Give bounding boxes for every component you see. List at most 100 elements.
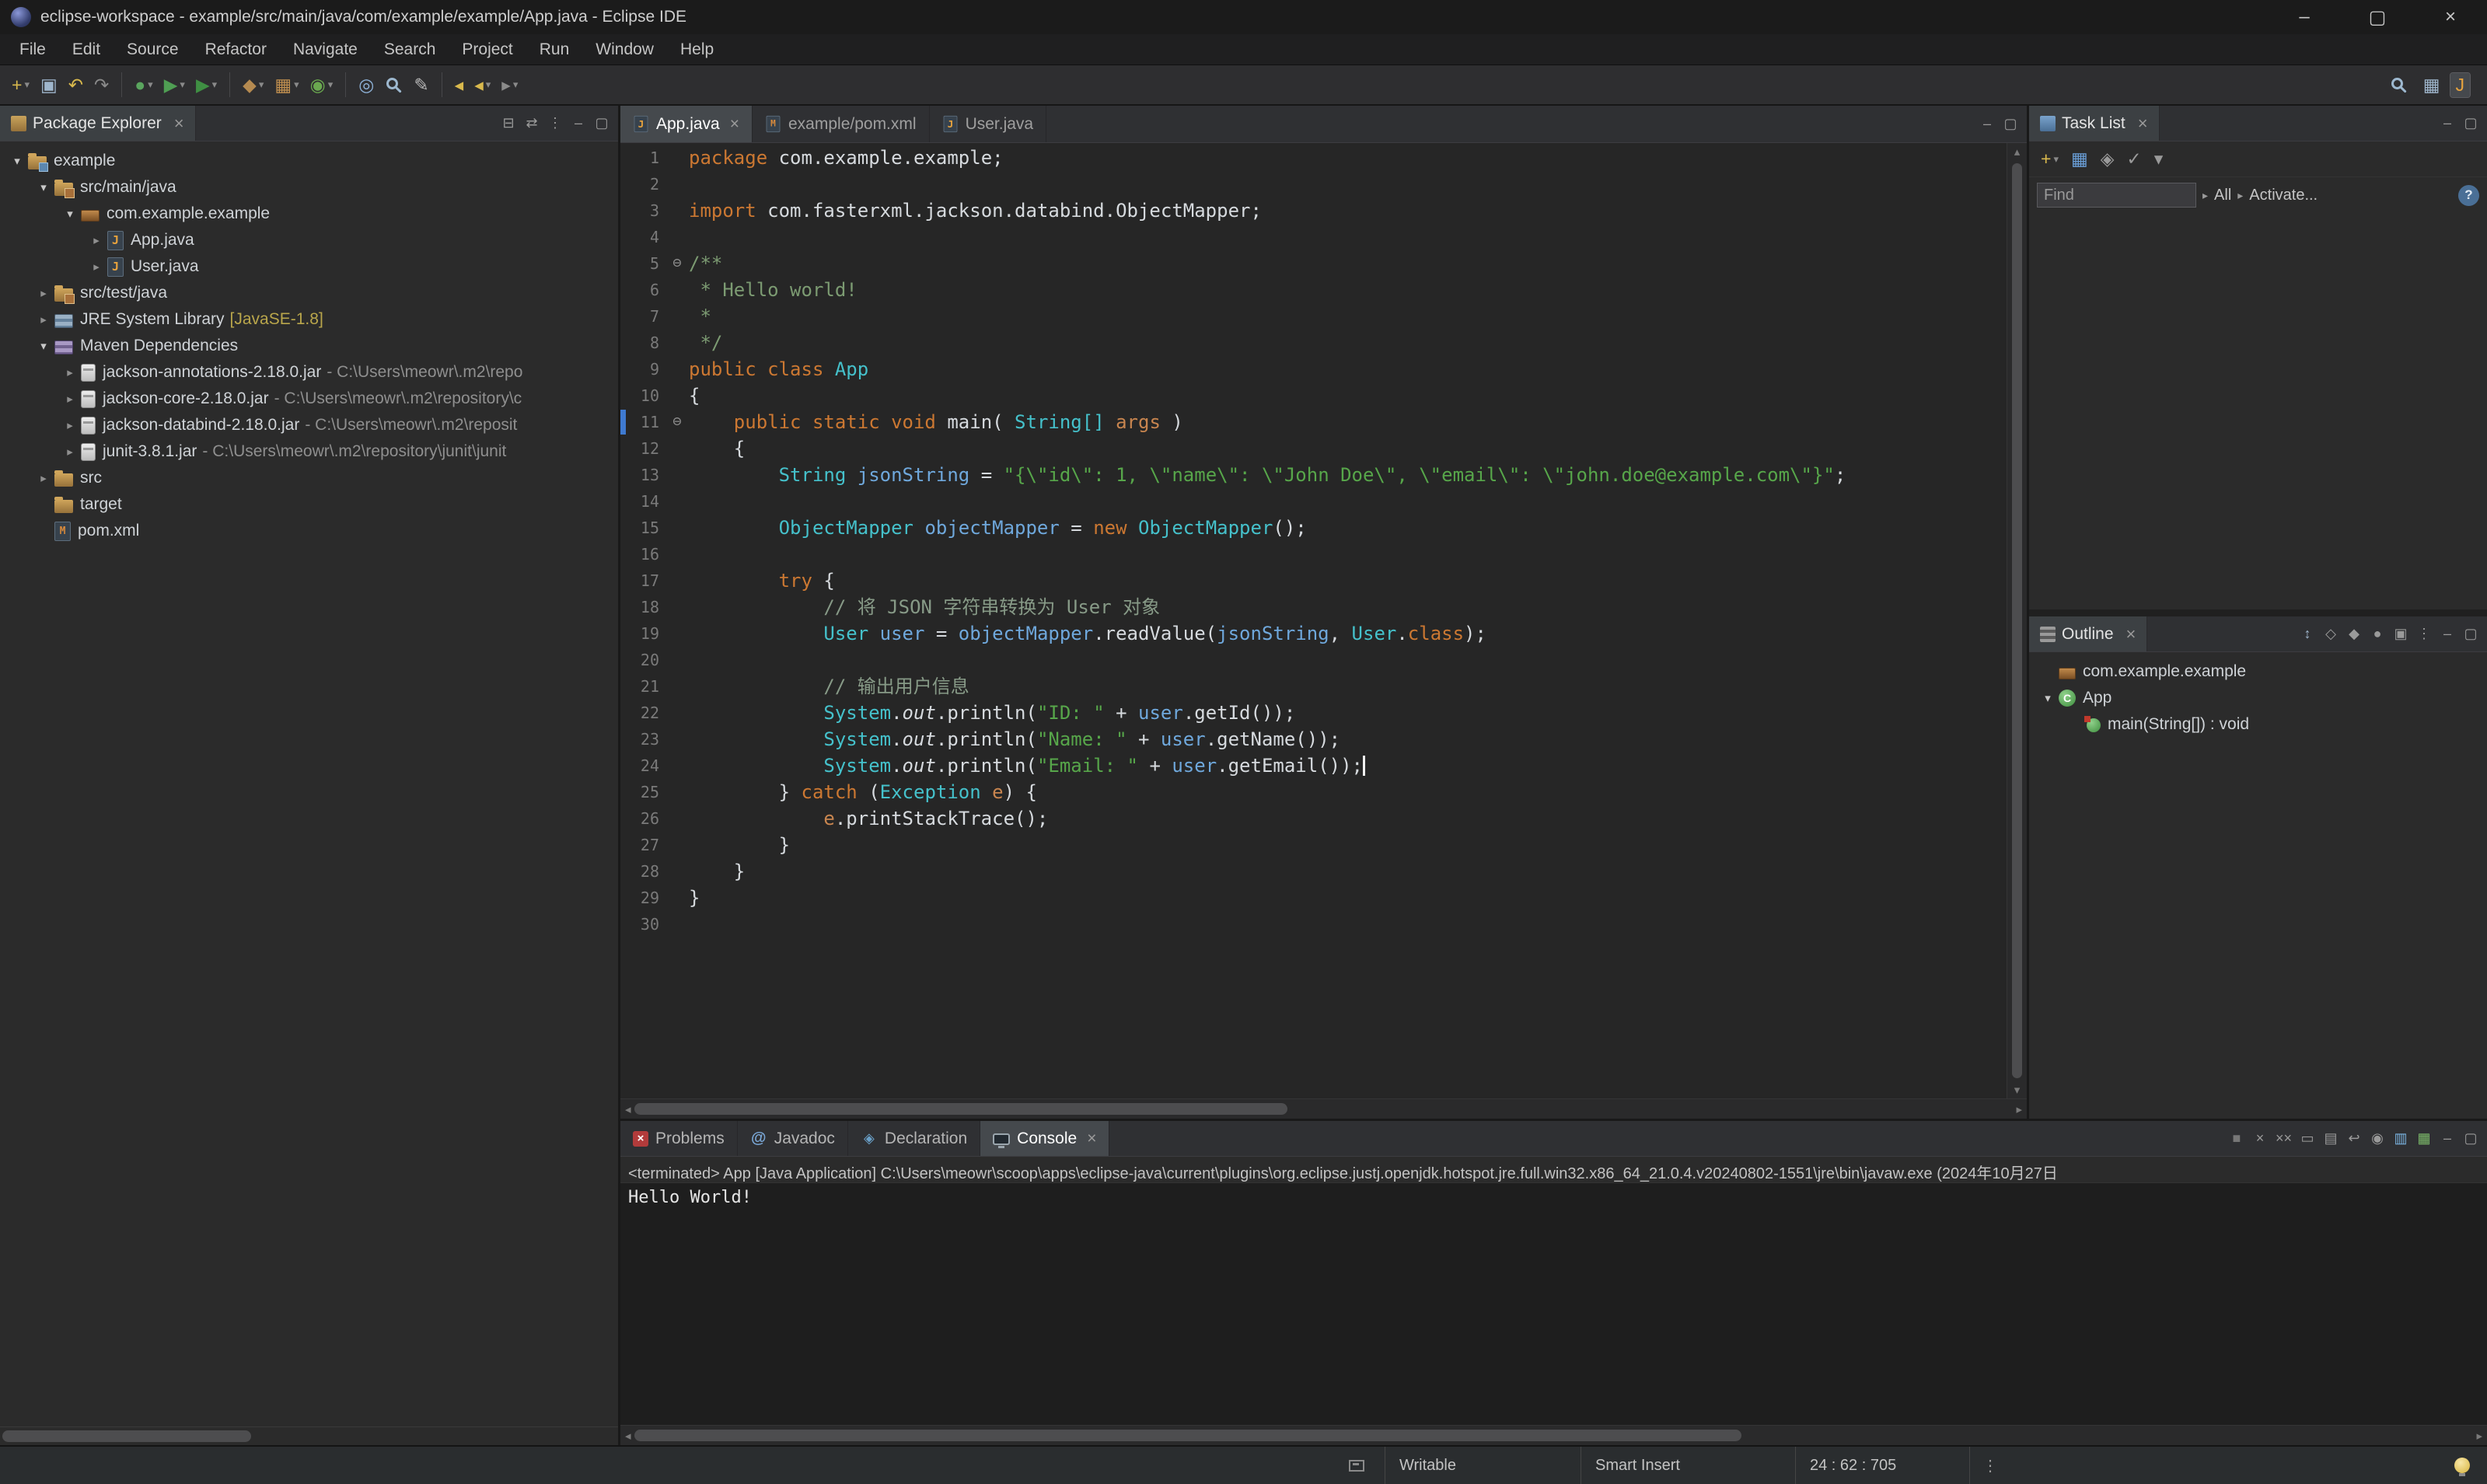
expand-arrow-icon[interactable]: ▸: [59, 445, 81, 459]
link-with-editor-icon[interactable]: ⇄: [522, 112, 542, 135]
line-number[interactable]: 24: [620, 752, 665, 779]
line-number[interactable]: 15: [620, 515, 665, 541]
scrollbar-track[interactable]: [631, 1099, 2017, 1119]
scrollbar-thumb[interactable]: [2, 1430, 251, 1442]
open-perspective-button[interactable]: ▦: [2418, 73, 2446, 97]
maximize-view-icon[interactable]: ▢: [2000, 113, 2021, 136]
outline-tab[interactable]: Outline ×: [2029, 616, 2148, 651]
run-external-tools-button[interactable]: ▶ ▾: [190, 73, 222, 97]
line-number[interactable]: 11: [620, 409, 665, 435]
maximize-button[interactable]: ▢: [2341, 0, 2414, 34]
close-tab-icon[interactable]: ×: [1087, 1130, 1096, 1148]
code-line-12[interactable]: 12 {: [620, 435, 2007, 462]
tree-item-maven-dependencies[interactable]: ▾ Maven Dependencies: [0, 333, 618, 359]
scrollbar-thumb[interactable]: [634, 1430, 1741, 1441]
code-line-7[interactable]: 7 *: [620, 303, 2007, 330]
code-line-1[interactable]: 1 package com.example.example;: [620, 145, 2007, 171]
collapse-all-icon[interactable]: ⊟: [498, 112, 519, 135]
editor-vscrollbar[interactable]: ▴ ▾: [2007, 143, 2027, 1098]
code-line-28[interactable]: 28 }: [620, 858, 2007, 885]
tree-item-src-main-java[interactable]: ▾ src/main/java: [0, 174, 618, 201]
scroll-lock-icon[interactable]: ▤: [2321, 1127, 2341, 1151]
console-hscrollbar[interactable]: ◂ ▸: [620, 1425, 2487, 1445]
mark-occurrences-button[interactable]: ✎: [408, 73, 434, 97]
line-number[interactable]: 16: [620, 541, 665, 567]
expand-arrow-icon[interactable]: ▾: [6, 154, 28, 168]
close-view-icon[interactable]: ×: [174, 113, 184, 134]
line-number[interactable]: 10: [620, 382, 665, 409]
help-icon[interactable]: ?: [2458, 184, 2479, 206]
line-number[interactable]: 18: [620, 594, 665, 620]
open-type-button[interactable]: ◎: [353, 73, 379, 97]
code-line-24[interactable]: 24 System.out.println("Email: " + user.g…: [620, 752, 2007, 779]
code-line-27[interactable]: 27 }: [620, 832, 2007, 858]
menu-file[interactable]: File: [6, 34, 59, 65]
menu-project[interactable]: Project: [449, 34, 526, 65]
code-line-21[interactable]: 21 // 输出用户信息: [620, 673, 2007, 700]
tree-item-app-java[interactable]: ▸ App.java: [0, 227, 618, 253]
tree-item-com-example-example[interactable]: ▾ com.example.example: [0, 201, 618, 227]
tree-item-jre-system-library[interactable]: ▸ JRE System Library [JavaSE-1.8]: [0, 306, 618, 333]
scrollbar-track[interactable]: [631, 1426, 2477, 1445]
menu-window[interactable]: Window: [582, 34, 667, 65]
panel-tab-console[interactable]: Console ×: [980, 1121, 1110, 1156]
code-line-2[interactable]: 2: [620, 171, 2007, 197]
menu-help[interactable]: Help: [667, 34, 727, 65]
line-number[interactable]: 3: [620, 197, 665, 224]
tree-item-target[interactable]: target: [0, 491, 618, 518]
line-number[interactable]: 28: [620, 858, 665, 885]
restore-trim-icon[interactable]: [1349, 1459, 1364, 1472]
outline-item-app[interactable]: ▾ App: [2029, 685, 2487, 711]
line-number[interactable]: 30: [620, 911, 665, 938]
menu-run[interactable]: Run: [526, 34, 583, 65]
maximize-view-icon[interactable]: ▢: [2461, 623, 2481, 646]
code-line-11[interactable]: 11 ⊖ public static void main( String[] ar…: [620, 409, 2007, 435]
activate-button[interactable]: Activate...: [2249, 187, 2318, 204]
debug-button[interactable]: ● ▾: [129, 73, 158, 97]
new-java-project-button[interactable]: ◆ ▾: [237, 73, 269, 97]
scope-all-button[interactable]: All: [2214, 187, 2231, 204]
code-line-15[interactable]: 15 ObjectMapper objectMapper = new Objec…: [620, 515, 2007, 541]
line-number[interactable]: 7: [620, 303, 665, 330]
line-number[interactable]: 14: [620, 488, 665, 515]
scrollbar-thumb[interactable]: [2012, 163, 2022, 1078]
code-line-26[interactable]: 26 e.printStackTrace();: [620, 805, 2007, 832]
menu-edit[interactable]: Edit: [59, 34, 114, 65]
expand-arrow-icon[interactable]: ▾: [59, 207, 81, 221]
java-perspective-button[interactable]: J: [2449, 72, 2471, 98]
menu-search[interactable]: Search: [371, 34, 449, 65]
hide-non-public-icon[interactable]: ●: [2367, 623, 2387, 646]
menu-source[interactable]: Source: [114, 34, 192, 65]
panel-tab-problems[interactable]: Problems: [620, 1121, 738, 1156]
code-line-14[interactable]: 14: [620, 488, 2007, 515]
menu-refactor[interactable]: Refactor: [192, 34, 280, 65]
line-number[interactable]: 2: [620, 171, 665, 197]
line-number[interactable]: 19: [620, 620, 665, 647]
sort-icon[interactable]: ↕: [2297, 623, 2318, 646]
tree-item-user-java[interactable]: ▸ User.java: [0, 253, 618, 280]
line-number[interactable]: 17: [620, 567, 665, 594]
minimize-view-icon[interactable]: –: [2437, 1127, 2457, 1151]
code-line-23[interactable]: 23 System.out.println("Name: " + user.ge…: [620, 726, 2007, 752]
scroll-right-icon[interactable]: ▸: [2016, 1102, 2022, 1116]
open-console-icon[interactable]: ▦: [2414, 1127, 2434, 1151]
code-line-4[interactable]: 4: [620, 224, 2007, 250]
expand-arrow-icon[interactable]: ▾: [2037, 691, 2059, 705]
scroll-left-icon[interactable]: ◂: [625, 1102, 631, 1116]
line-number[interactable]: 1: [620, 145, 665, 171]
line-number[interactable]: 13: [620, 462, 665, 488]
expand-arrow-icon[interactable]: ▸: [59, 365, 81, 379]
code-line-30[interactable]: 30: [620, 911, 2007, 938]
view-menu-icon[interactable]: ⋮: [545, 112, 565, 135]
minimize-button[interactable]: –: [2268, 0, 2341, 34]
code-line-6[interactable]: 6 * Hello world!: [620, 277, 2007, 303]
line-number[interactable]: 25: [620, 779, 665, 805]
code-line-17[interactable]: 17 try {: [620, 567, 2007, 594]
hide-static-members-icon[interactable]: ◆: [2344, 623, 2364, 646]
tree-item-src[interactable]: ▸ src: [0, 465, 618, 491]
tree-item-junit-3-8-1-jar[interactable]: ▸ junit-3.8.1.jar - C:\Users\meowr\.m2\rep…: [0, 438, 618, 465]
hide-completed-button[interactable]: ✓: [2121, 147, 2146, 171]
scroll-right-icon[interactable]: ▸: [2476, 1429, 2482, 1443]
hide-fields-icon[interactable]: ◇: [2321, 623, 2341, 646]
pin-console-icon[interactable]: ◉: [2367, 1127, 2387, 1151]
